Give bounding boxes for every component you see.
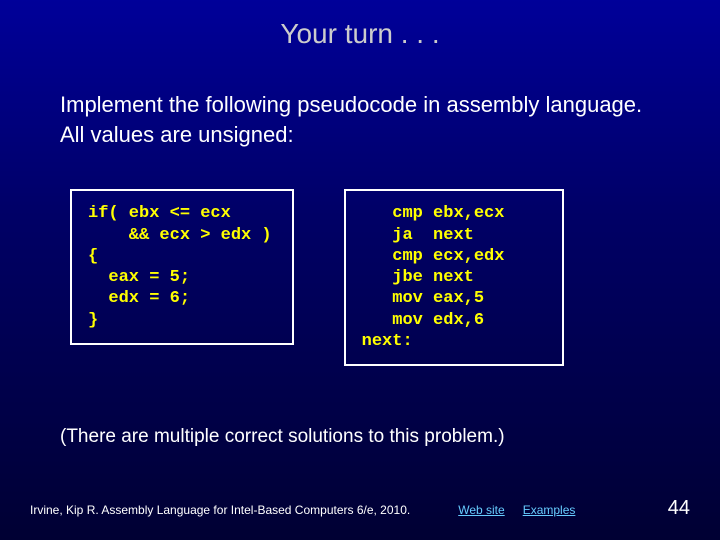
slide-title: Your turn . . .: [0, 0, 720, 50]
code-boxes: if( ebx <= ecx && ecx > edx ) { eax = 5;…: [70, 189, 650, 366]
citation-text: Irvine, Kip R. Assembly Language for Int…: [30, 503, 410, 517]
page-number: 44: [668, 497, 690, 520]
pseudocode-box: if( ebx <= ecx && ecx > edx ) { eax = 5;…: [70, 189, 294, 345]
note-text: (There are multiple correct solutions to…: [60, 426, 660, 448]
website-link[interactable]: Web site: [458, 503, 504, 517]
prompt-text: Implement the following pseudocode in as…: [60, 90, 660, 149]
footer: Irvine, Kip R. Assembly Language for Int…: [0, 497, 720, 520]
examples-link[interactable]: Examples: [523, 503, 576, 517]
assembly-box: cmp ebx,ecx ja next cmp ecx,edx jbe next…: [344, 189, 564, 366]
footer-links: Web site Examples: [458, 503, 575, 517]
slide: Your turn . . . Implement the following …: [0, 0, 720, 540]
